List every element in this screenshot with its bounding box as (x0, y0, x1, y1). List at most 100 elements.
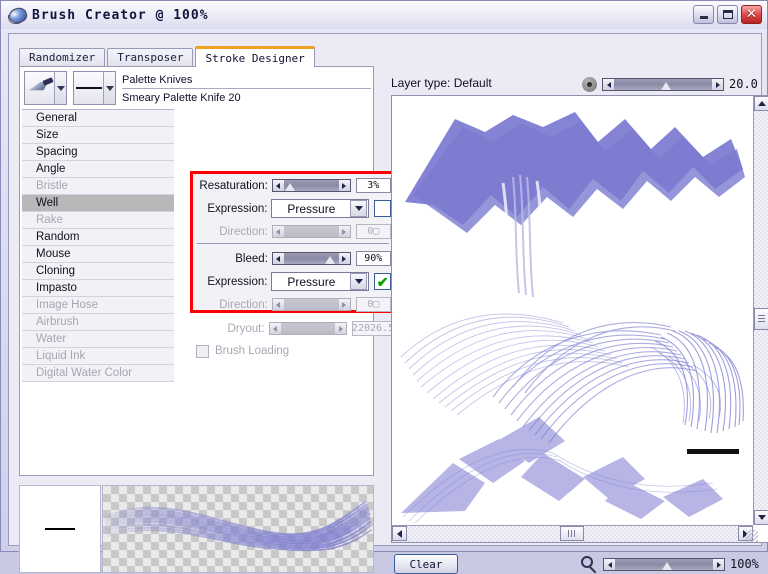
canvas-horizontal-scrollbar[interactable] (392, 525, 753, 542)
expression-label: Expression: (207, 202, 268, 215)
expression-label: Expression: (207, 275, 268, 288)
bleed-expression-row: Expression: Pressure ✔ (193, 270, 391, 293)
chevron-left-icon[interactable] (603, 79, 614, 90)
brush-category-picker[interactable] (24, 71, 67, 105)
direction-label: Direction: (219, 225, 268, 238)
resaturation-expression-row: Expression: Pressure (193, 197, 391, 220)
dryout-value: 22026.5 (351, 321, 395, 336)
bleed-row: Bleed: 90% (193, 247, 392, 270)
sidebar-item-spacing[interactable]: Spacing (22, 144, 174, 161)
window-buttons: ✕ (693, 5, 762, 24)
scale-bar (687, 449, 739, 454)
well-extra-options: Dryout: 22026.5 Brush Loading (190, 317, 394, 365)
resaturation-direction-slider (271, 225, 351, 238)
tab-bar: Randomizer Transposer Stroke Designer (19, 46, 317, 67)
well-options-group: Resaturation: 3% Expression: Pressure Di… (190, 171, 394, 313)
brush-loading-row: Brush Loading (190, 340, 394, 362)
sidebar-item-impasto[interactable]: Impasto (22, 280, 174, 297)
dryout-row: Dryout: 22026.5 (190, 317, 394, 340)
chevron-down-icon[interactable] (54, 72, 66, 104)
bleed-invert-checkbox[interactable]: ✔ (374, 273, 391, 290)
dab-preview (19, 485, 101, 573)
brush-app-icon (7, 5, 29, 26)
sidebar-item-angle[interactable]: Angle (22, 161, 174, 178)
bleed-direction-row: Direction: 0□ (193, 293, 392, 316)
resaturation-expression-select[interactable]: Pressure (271, 199, 370, 218)
bleed-slider[interactable] (271, 252, 351, 265)
brush-variant-picker[interactable] (73, 71, 116, 105)
canvas-vertical-scrollbar[interactable] (753, 96, 768, 525)
chevron-left-icon[interactable] (392, 526, 407, 541)
stroke-preview (102, 485, 374, 573)
zoom-value: 100% (730, 557, 759, 571)
chevron-left-icon[interactable] (272, 253, 284, 264)
brush-category-label: Palette Knives (122, 71, 371, 89)
sidebar-item-liquid-ink: Liquid Ink (22, 348, 174, 365)
brush-loading-checkbox (196, 344, 209, 358)
clear-button[interactable]: Clear (394, 554, 458, 574)
chevron-left-icon[interactable] (604, 559, 615, 570)
sidebar-item-size[interactable]: Size (22, 127, 174, 144)
resaturation-invert-checkbox[interactable] (374, 200, 391, 217)
horizontal-scroll-thumb[interactable] (560, 526, 584, 541)
maximize-button[interactable] (717, 5, 738, 24)
chevron-right-icon[interactable] (713, 559, 724, 570)
sidebar-item-cloning[interactable]: Cloning (22, 263, 174, 280)
canvas-frame (391, 95, 768, 543)
canvas-strokes (400, 112, 745, 524)
sidebar-item-mouse[interactable]: Mouse (22, 246, 174, 263)
sidebar-item-random[interactable]: Random (22, 229, 174, 246)
resaturation-value[interactable]: 3% (355, 178, 392, 193)
client-area: Randomizer Transposer Stroke Designer Pa… (8, 33, 768, 574)
layer-slider[interactable] (602, 78, 724, 91)
chevron-right-icon[interactable] (338, 180, 350, 191)
chevron-left-icon[interactable] (272, 180, 284, 191)
stroke-preview-graphic (104, 501, 372, 552)
resaturation-row: Resaturation: 3% (193, 174, 392, 197)
chevron-down-icon[interactable] (754, 510, 768, 525)
bleed-value[interactable]: 90% (355, 251, 392, 266)
resaturation-label: Resaturation: (199, 179, 268, 192)
tab-randomizer[interactable]: Randomizer (19, 48, 106, 66)
chevron-down-icon[interactable] (350, 273, 368, 290)
brush-canvas[interactable] (393, 97, 753, 525)
resaturation-slider[interactable] (271, 179, 351, 192)
sidebar-item-rake: Rake (22, 212, 174, 229)
close-button[interactable]: ✕ (741, 5, 762, 24)
chevron-right-icon (338, 299, 350, 310)
dash-stroke-icon (74, 72, 103, 104)
bleed-direction-value: 0□ (355, 297, 392, 312)
bleed-expression-select[interactable]: Pressure (271, 272, 370, 291)
minimize-button[interactable] (693, 5, 714, 24)
tab-transposer[interactable]: Transposer (107, 48, 194, 66)
zoom-slider[interactable] (603, 558, 725, 571)
palette-knife-icon (25, 72, 54, 104)
direction-label: Direction: (219, 298, 268, 311)
chevron-down-icon[interactable] (103, 72, 115, 104)
chevron-down-icon[interactable] (350, 200, 368, 217)
bleed-label: Bleed: (235, 252, 268, 265)
sidebar-item-well[interactable]: Well (22, 195, 174, 212)
sidebar-item-image-hose: Image Hose (22, 297, 174, 314)
sidebar-item-water: Water (22, 331, 174, 348)
sidebar-item-bristle: Bristle (22, 178, 174, 195)
brush-loading-label: Brush Loading (215, 345, 290, 357)
chevron-right-icon[interactable] (338, 253, 350, 264)
slider-thumb (662, 562, 673, 570)
layer-indicator-dot[interactable] (582, 77, 597, 92)
tab-stroke-designer[interactable]: Stroke Designer (195, 46, 315, 67)
chevron-right-icon[interactable] (712, 79, 723, 90)
sidebar-item-general[interactable]: General (22, 110, 174, 127)
chevron-up-icon[interactable] (754, 96, 768, 111)
sidebar-item-airbrush: Airbrush (22, 314, 174, 331)
dryout-slider (268, 322, 347, 335)
chevron-right-icon (338, 226, 350, 237)
brush-creator-window: Brush Creator @ 100% ✕ Randomizer Transp… (0, 0, 768, 574)
layer-type-label: Layer type: Default (391, 76, 492, 90)
resize-grip[interactable] (746, 530, 758, 542)
resaturation-direction-row: Direction: 0□ (193, 220, 392, 243)
checkmark-icon: ✔ (376, 273, 389, 290)
vertical-scroll-thumb[interactable] (754, 308, 768, 330)
layer-value: 20.0 (729, 77, 758, 91)
dab-dash-preview (45, 528, 75, 530)
